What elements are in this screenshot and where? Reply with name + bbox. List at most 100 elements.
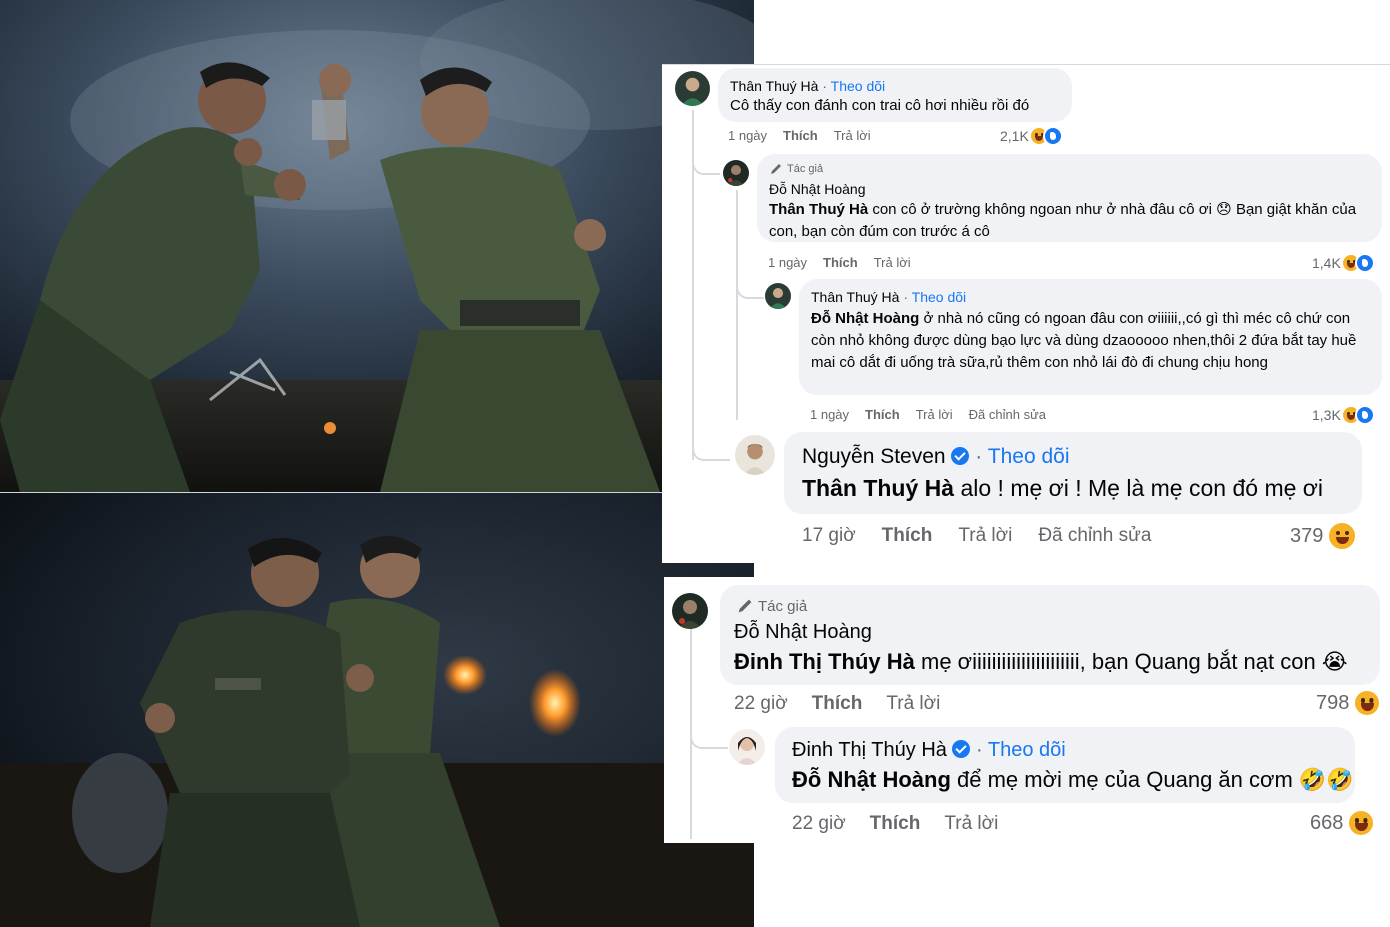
timestamp[interactable]: 22 giờ bbox=[734, 693, 788, 715]
like-button[interactable]: Thích bbox=[865, 407, 900, 422]
reaction-summary[interactable]: 379 bbox=[1290, 521, 1358, 551]
author-badge: Tác giả bbox=[736, 597, 807, 615]
like-button[interactable]: Thích bbox=[823, 255, 858, 270]
comment-bubble: Thân Thuý Hà · Theo dõi Cô thấy con đánh… bbox=[718, 68, 1072, 122]
follow-link[interactable]: Theo dõi bbox=[988, 739, 1066, 761]
avatar[interactable] bbox=[675, 71, 710, 106]
commenter-name[interactable]: Thân Thuý Hà bbox=[811, 289, 899, 305]
edited-label[interactable]: Đã chỉnh sửa bbox=[969, 407, 1046, 422]
timestamp[interactable]: 1 ngày bbox=[768, 255, 807, 270]
commenter-name[interactable]: Nguyễn Steven bbox=[802, 445, 946, 468]
comment-actions: 1 ngày Thích Trả lời bbox=[768, 255, 911, 270]
movie-still-bottom bbox=[0, 493, 754, 927]
thread-line bbox=[736, 190, 738, 420]
comment-actions: 22 giờ Thích Trả lời bbox=[792, 813, 998, 835]
verified-badge-icon bbox=[952, 740, 971, 758]
avatar[interactable] bbox=[729, 729, 765, 765]
haha-reaction-icon bbox=[1347, 809, 1376, 837]
comment-text: Đỗ Nhật Hoàng ở nhà nó cũng có ngoan đâu… bbox=[811, 308, 1371, 374]
comment-bubble: Thân Thuý Hà · Theo dõi Đỗ Nhật Hoàng ở … bbox=[799, 279, 1382, 395]
reaction-summary[interactable]: 2,1K bbox=[1000, 126, 1063, 146]
author-label: Tác giả bbox=[787, 163, 824, 175]
like-reaction-icon bbox=[1042, 126, 1063, 146]
comment-bubble: Tác giả Đỗ Nhật Hoàng Thân Thuý Hà con c… bbox=[757, 154, 1382, 242]
thread-connector bbox=[692, 425, 730, 461]
haha-reaction-icon bbox=[1353, 689, 1382, 717]
verified-badge-icon bbox=[951, 447, 970, 465]
avatar[interactable] bbox=[672, 593, 708, 629]
comment-bubble: Đinh Thị Thúy Hà · Theo dõi Đỗ Nhật Hoàn… bbox=[775, 727, 1355, 803]
separator: · bbox=[822, 78, 828, 94]
like-reaction-icon bbox=[1354, 405, 1375, 425]
timestamp[interactable]: 22 giờ bbox=[792, 813, 846, 835]
reply-button[interactable]: Trả lời bbox=[944, 813, 998, 835]
separator: · bbox=[903, 289, 909, 305]
pencil-icon bbox=[738, 599, 752, 613]
reaction-summary[interactable]: 668 bbox=[1310, 809, 1376, 837]
movie-still-top bbox=[0, 0, 754, 492]
comment-bubble: Nguyễn Steven · Theo dõi Thân Thuý Hà al… bbox=[784, 432, 1362, 514]
edited-label[interactable]: Đã chỉnh sửa bbox=[1038, 525, 1151, 547]
comment-text: Thân Thuý Hà alo ! mẹ ơi ! Mẹ là mẹ con … bbox=[802, 475, 1323, 502]
comment-actions: 1 ngày Thích Trả lời Đã chỉnh sửa bbox=[810, 407, 1046, 422]
timestamp[interactable]: 1 ngày bbox=[810, 407, 849, 422]
reply-button[interactable]: Trả lời bbox=[834, 128, 871, 143]
comment-actions: 1 ngày Thích Trả lời bbox=[728, 128, 871, 143]
like-button[interactable]: Thích bbox=[783, 128, 818, 143]
reply-button[interactable]: Trả lời bbox=[874, 255, 911, 270]
like-button[interactable]: Thích bbox=[812, 693, 863, 715]
comment-actions: 22 giờ Thích Trả lời bbox=[734, 693, 940, 715]
thread-connector bbox=[692, 153, 720, 175]
reaction-summary[interactable]: 1,4K bbox=[1312, 253, 1375, 273]
commenter-name[interactable]: Đinh Thị Thúy Hà bbox=[792, 739, 947, 761]
reaction-summary[interactable]: 1,3K bbox=[1312, 405, 1375, 425]
comment-body: để mẹ mời mẹ của Quang ăn cơm 🤣🤣 bbox=[950, 767, 1354, 792]
reaction-summary[interactable]: 798 bbox=[1316, 689, 1382, 717]
timestamp[interactable]: 1 ngày bbox=[728, 128, 767, 143]
reaction-count: 1,3K bbox=[1312, 407, 1341, 423]
commenter-name[interactable]: Thân Thuý Hà bbox=[730, 78, 818, 94]
comment-body: mẹ ơiiiiiiiiiiiiiiiiiiiiii, bạn Quang bắ… bbox=[914, 649, 1348, 674]
mention-tag[interactable]: Đinh Thị Thúy Hà bbox=[734, 649, 915, 674]
like-button[interactable]: Thích bbox=[882, 525, 933, 547]
comment-text: Đỗ Nhật Hoàng để mẹ mời mẹ của Quang ăn … bbox=[792, 767, 1354, 793]
commenter-name[interactable]: Đỗ Nhật Hoàng bbox=[734, 621, 872, 644]
comment-text: Thân Thuý Hà con cô ở trường không ngoan… bbox=[769, 199, 1369, 243]
comment-text: Cô thấy con đánh con trai cô hơi nhiều r… bbox=[730, 97, 1030, 114]
thread-connector bbox=[690, 725, 728, 749]
reaction-count: 2,1K bbox=[1000, 128, 1029, 144]
author-badge: Tác giả bbox=[769, 162, 823, 176]
commenter-name[interactable]: Đỗ Nhật Hoàng bbox=[769, 181, 866, 197]
comment-text: Đinh Thị Thúy Hà mẹ ơiiiiiiiiiiiiiiiiiii… bbox=[734, 649, 1348, 675]
reply-button[interactable]: Trả lời bbox=[886, 693, 940, 715]
comment-panel-1: Thân Thuý Hà · Theo dõi Cô thấy con đánh… bbox=[662, 64, 1390, 563]
avatar[interactable] bbox=[765, 283, 791, 309]
timestamp[interactable]: 17 giờ bbox=[802, 525, 856, 547]
like-button[interactable]: Thích bbox=[870, 813, 921, 835]
follow-link[interactable]: Theo dõi bbox=[988, 445, 1070, 468]
haha-reaction-icon bbox=[1327, 521, 1358, 551]
mention-tag[interactable]: Thân Thuý Hà bbox=[802, 475, 954, 501]
mention-tag[interactable]: Đỗ Nhật Hoàng bbox=[792, 767, 951, 792]
comment-bubble: Tác giả Đỗ Nhật Hoàng Đinh Thị Thúy Hà m… bbox=[720, 585, 1380, 685]
mention-tag[interactable]: Đỗ Nhật Hoàng bbox=[811, 310, 919, 327]
reply-button[interactable]: Trả lời bbox=[916, 407, 953, 422]
reply-button[interactable]: Trả lời bbox=[958, 525, 1012, 547]
mention-tag[interactable]: Thân Thuý Hà bbox=[769, 201, 868, 218]
reaction-count: 1,4K bbox=[1312, 255, 1341, 271]
follow-link[interactable]: Theo dõi bbox=[831, 78, 885, 94]
reaction-count: 798 bbox=[1316, 691, 1350, 714]
thread-connector bbox=[736, 277, 764, 299]
reaction-count: 379 bbox=[1290, 524, 1324, 547]
avatar[interactable] bbox=[723, 160, 749, 186]
comment-panel-2: Tác giả Đỗ Nhật Hoàng Đinh Thị Thúy Hà m… bbox=[664, 577, 1390, 843]
reaction-count: 668 bbox=[1310, 811, 1344, 834]
comment-actions: 17 giờ Thích Trả lời Đã chỉnh sửa bbox=[802, 525, 1151, 547]
avatar[interactable] bbox=[735, 435, 775, 475]
pencil-icon bbox=[771, 164, 781, 174]
author-label: Tác giả bbox=[758, 597, 808, 615]
like-reaction-icon bbox=[1354, 253, 1375, 273]
separator: · bbox=[975, 445, 983, 468]
separator: · bbox=[976, 739, 983, 761]
follow-link[interactable]: Theo dõi bbox=[912, 289, 966, 305]
